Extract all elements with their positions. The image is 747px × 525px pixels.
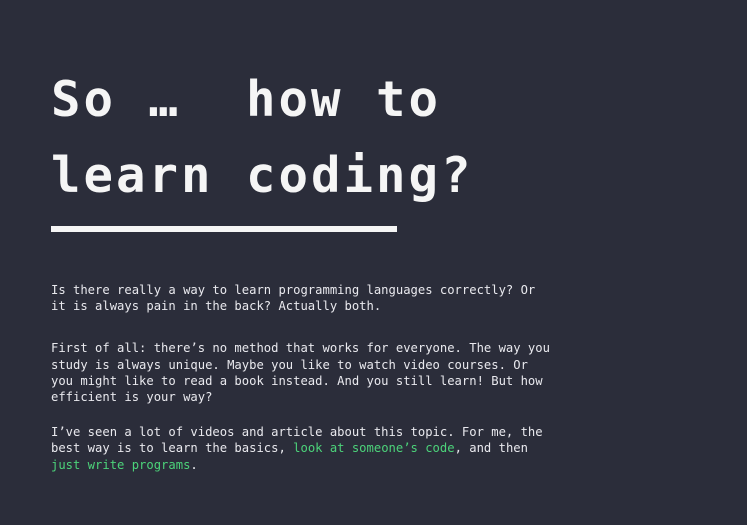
paragraph-intro: Is there really a way to learn programmi… [51, 283, 536, 314]
title-underline [51, 226, 397, 232]
paragraph-methods: First of all: there’s no method that wor… [51, 341, 550, 405]
paragraph-text-after: . [190, 457, 198, 472]
link-look-at-code[interactable]: look at someone’s code [293, 441, 454, 455]
paragraph-recommendation: I’ve seen a lot of videos and article ab… [51, 424, 551, 473]
article-body: Is there really a way to learn programmi… [51, 282, 551, 473]
title-line-2: learn coding? [51, 147, 474, 204]
slide: So … how to learn coding? Is there really… [0, 0, 747, 525]
link-write-programs[interactable]: just write programs [51, 458, 190, 472]
title-line-1: So … how to [51, 71, 442, 128]
paragraph-text-middle: , and then [454, 441, 528, 456]
page-title: So … how to learn coding? [51, 62, 474, 214]
